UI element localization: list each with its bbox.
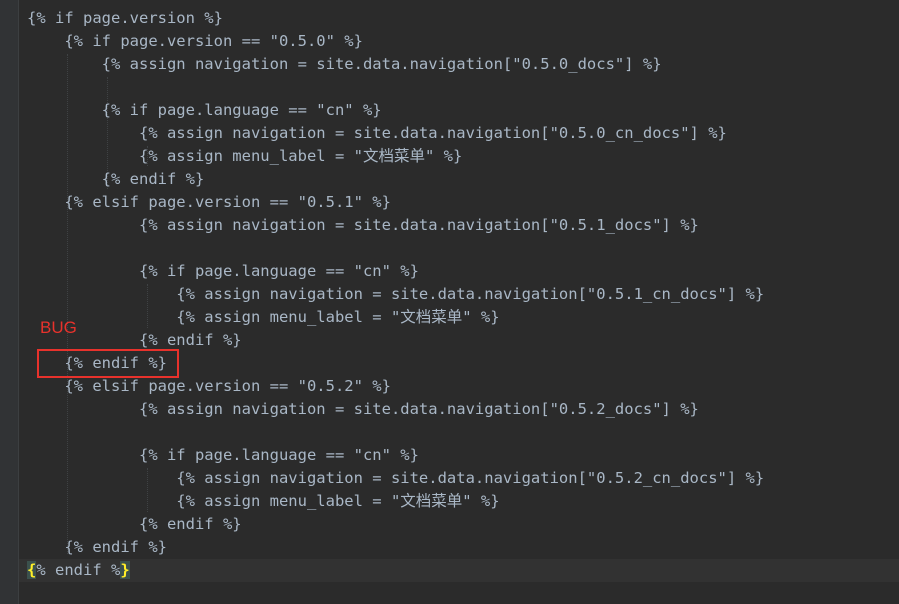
bug-annotation-label: BUG <box>40 318 77 337</box>
code-line[interactable]: {% assign navigation = site.data.navigat… <box>27 467 764 490</box>
code-line[interactable]: {% endif %} <box>27 168 205 191</box>
code-line[interactable]: {% if page.language == "cn" %} <box>27 444 419 467</box>
matched-close-brace: } <box>120 561 130 579</box>
code-line[interactable]: {% assign menu_label = "文档菜单" %} <box>27 490 499 513</box>
code-line[interactable]: {% assign menu_label = "文档菜单" %} <box>27 306 499 329</box>
matched-open-brace: { <box>27 561 37 579</box>
code-editor[interactable]: {% if page.version %} {% if page.version… <box>19 0 899 604</box>
code-line[interactable]: {% if page.version %} <box>27 7 223 30</box>
code-line[interactable]: {% assign navigation = site.data.navigat… <box>27 398 699 421</box>
code-line[interactable]: {% if page.language == "cn" %} <box>27 99 382 122</box>
code-line[interactable]: {% if page.version == "0.5.0" %} <box>27 30 363 53</box>
code-line[interactable]: {% endif %} <box>27 513 242 536</box>
code-line[interactable]: {% assign navigation = site.data.navigat… <box>27 283 764 306</box>
code-line[interactable]: {% elsif page.version == "0.5.1" %} <box>27 191 391 214</box>
bug-highlight-box <box>37 349 179 378</box>
code-line-current[interactable]: {% endif %} <box>19 559 899 582</box>
code-line[interactable]: {% assign menu_label = "文档菜单" %} <box>27 145 462 168</box>
editor-gutter[interactable] <box>0 0 19 604</box>
code-line[interactable]: {% assign navigation = site.data.navigat… <box>27 214 699 237</box>
endif-tag-text: % endif % <box>36 561 121 579</box>
code-line[interactable]: {% elsif page.version == "0.5.2" %} <box>27 375 391 398</box>
code-line[interactable]: {% endif %} <box>27 536 167 559</box>
code-line[interactable]: {% if page.language == "cn" %} <box>27 260 419 283</box>
code-line[interactable]: {% assign navigation = site.data.navigat… <box>27 122 727 145</box>
code-line[interactable]: {% assign navigation = site.data.navigat… <box>27 53 662 76</box>
